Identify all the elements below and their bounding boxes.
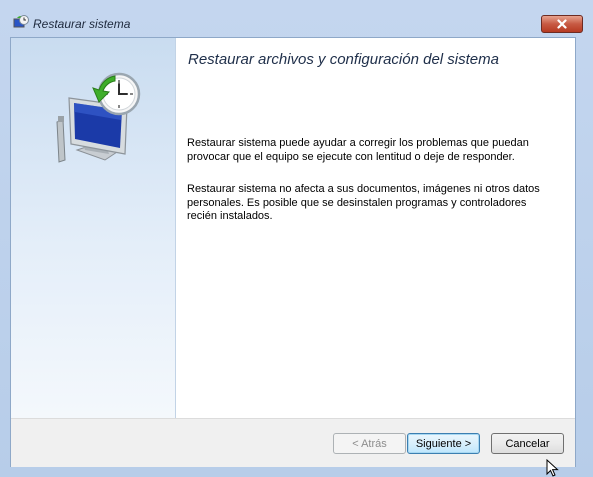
cancel-button[interactable]: Cancelar xyxy=(491,433,564,454)
restore-dialog-window: Restaurar sistema Restaurar archivos y c… xyxy=(0,0,593,477)
title-bar[interactable]: Restaurar sistema xyxy=(0,0,593,38)
description-paragraph: Restaurar sistema puede ayudar a corregi… xyxy=(187,137,529,163)
page-heading: Restaurar archivos y configuración del s… xyxy=(188,51,499,68)
window-title: Restaurar sistema xyxy=(33,17,131,31)
content-pane: Restaurar archivos y configuración del s… xyxy=(176,38,575,418)
mouse-pointer-icon xyxy=(546,459,559,477)
computer-clock-restore-icon xyxy=(56,72,141,163)
system-restore-icon xyxy=(13,15,29,28)
close-button[interactable] xyxy=(541,15,583,33)
button-footer: < Atrás Siguiente > Cancelar xyxy=(11,418,575,467)
note-paragraph: Restaurar sistema no afecta a sus docume… xyxy=(187,183,540,222)
close-icon xyxy=(557,19,567,29)
back-button[interactable]: < Atrás xyxy=(333,433,406,454)
left-banner-pane xyxy=(11,38,176,418)
dialog-client-area: Restaurar archivos y configuración del s… xyxy=(10,37,576,467)
next-button[interactable]: Siguiente > xyxy=(407,433,480,454)
